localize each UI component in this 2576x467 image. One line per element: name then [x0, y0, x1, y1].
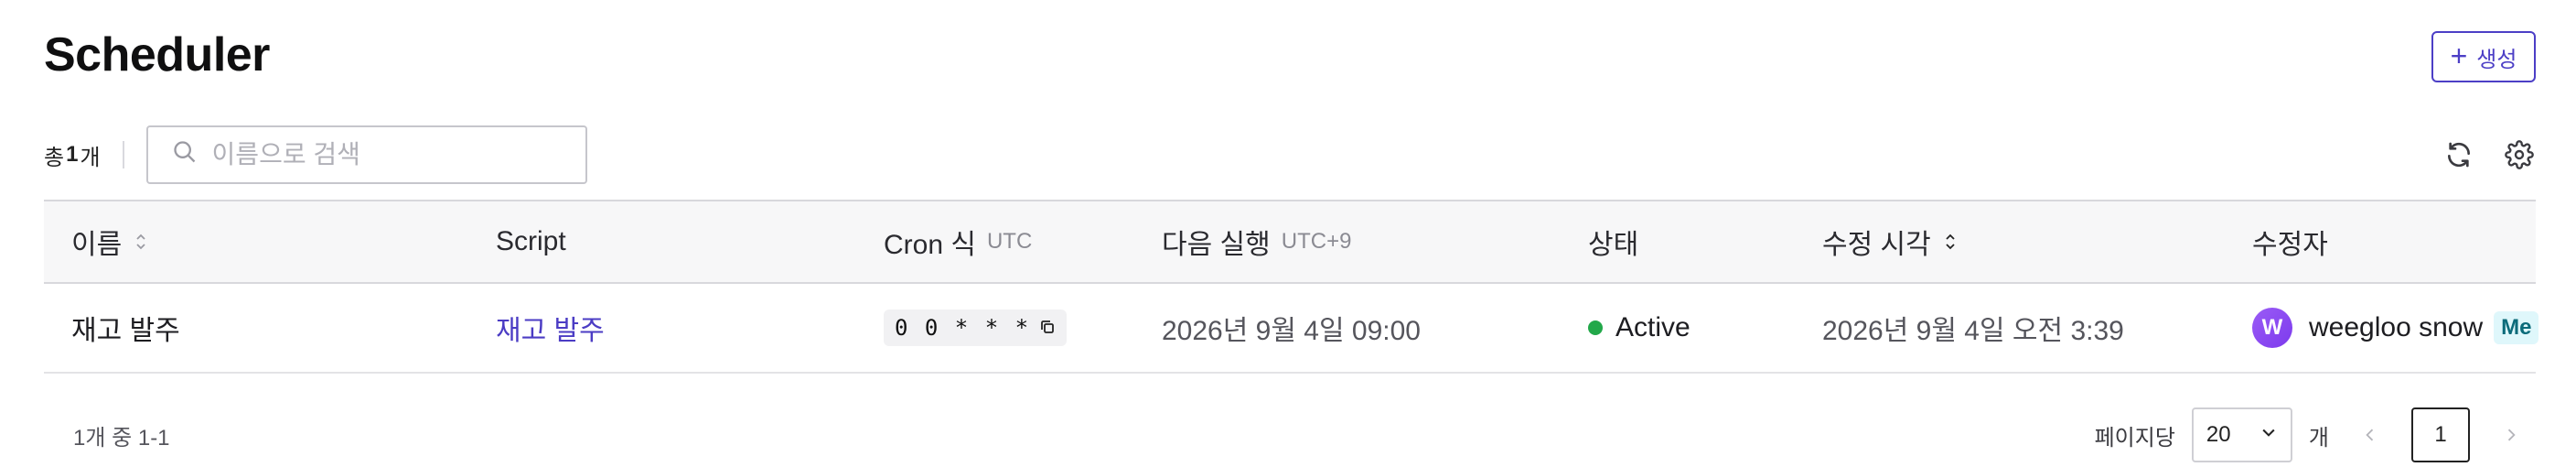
chevron-right-icon — [2507, 429, 2516, 441]
create-button-label: 생성 — [2476, 47, 2517, 72]
total-suffix: 개 — [80, 145, 101, 170]
cron-value: 0 0 * * * — [895, 315, 1031, 341]
page-number-button[interactable]: 1 — [2411, 407, 2470, 462]
page-size-select[interactable]: 20 — [2191, 407, 2292, 462]
scheduler-table: 이름 Script Cron 식 UTC 다음 실행 UTC+9 상태 수정 시… — [44, 200, 2539, 374]
row-modified-at: 2026년 9월 4일 오전 3:39 — [1822, 316, 2124, 346]
per-page-label: 페이지당 — [2094, 425, 2175, 451]
refresh-icon[interactable] — [2442, 138, 2475, 171]
cron-expression: 0 0 * * * — [884, 310, 1068, 346]
column-script-label: Script — [496, 226, 566, 256]
row-name: 재고 발주 — [71, 316, 180, 346]
plus-icon: + — [2450, 39, 2468, 72]
status-dot-icon — [1588, 320, 1603, 335]
column-modified-by-label: 수정자 — [2252, 230, 2328, 260]
search-box[interactable] — [145, 125, 587, 184]
total-count: 총 1 개 — [44, 139, 101, 171]
row-next-run: 2026년 9월 4일 09:00 — [1162, 316, 1421, 346]
chevron-left-icon — [2366, 429, 2374, 441]
settings-gear-icon[interactable] — [2503, 138, 2536, 171]
row-modified-by: W weegloo snow Me — [2252, 308, 2539, 348]
copy-icon[interactable] — [1039, 315, 1056, 341]
create-button[interactable]: + 생성 — [2431, 31, 2536, 82]
search-icon — [172, 139, 198, 171]
column-header-cron: Cron 식 UTC — [884, 222, 1032, 262]
chevron-down-icon — [2259, 422, 2278, 448]
sort-icon[interactable] — [134, 232, 147, 252]
modified-by-name: weegloo snow — [2309, 312, 2484, 342]
column-modified-at-label: 수정 시각 — [1822, 230, 1931, 260]
row-cron: 0 0 * * * — [884, 310, 1068, 346]
next-page-button[interactable] — [2486, 407, 2536, 462]
status-label: Active — [1615, 312, 1690, 342]
column-next-run-label: 다음 실행 — [1162, 230, 1271, 260]
row-status: Active — [1588, 312, 1690, 343]
column-status-label: 상태 — [1588, 230, 1639, 260]
next-run-unit: UTC+9 — [1281, 229, 1352, 254]
column-cron-label: Cron 식 — [884, 230, 976, 260]
search-input[interactable] — [209, 139, 562, 170]
column-header-status: 상태 — [1588, 222, 1638, 262]
total-number: 1 — [66, 142, 79, 167]
column-name-label: 이름 — [71, 230, 123, 260]
prev-page-button[interactable] — [2345, 407, 2395, 462]
avatar: W — [2252, 308, 2292, 348]
cron-unit: UTC — [986, 229, 1033, 254]
row-script-link[interactable]: 재고 발주 — [496, 308, 605, 348]
divider — [122, 141, 124, 168]
total-prefix: 총 — [44, 145, 65, 170]
per-page-unit: 개 — [2308, 425, 2329, 451]
pagination-footer: 1개 중 1-1 페이지당 20 개 1 — [44, 403, 2536, 467]
column-header-modified-by: 수정자 — [2252, 222, 2328, 262]
me-badge: Me — [2494, 311, 2539, 344]
column-header-name[interactable]: 이름 — [71, 222, 147, 262]
toolbar: 총 1 개 — [44, 125, 2536, 185]
column-header-script: Script — [496, 226, 566, 257]
column-header-modified-at[interactable]: 수정 시각 — [1822, 222, 1957, 262]
table-row[interactable]: 재고 발주 재고 발주 0 0 * * * 2026년 9월 4일 09:00 … — [44, 284, 2539, 374]
page-title: Scheduler — [44, 28, 270, 81]
pager: 페이지당 20 개 1 — [2095, 407, 2536, 462]
result-range: 1개 중 1-1 — [73, 425, 170, 451]
sort-desc-icon[interactable] — [1944, 232, 1957, 252]
column-header-next-run: 다음 실행 UTC+9 — [1162, 222, 1351, 262]
table-header: 이름 Script Cron 식 UTC 다음 실행 UTC+9 상태 수정 시… — [44, 200, 2536, 284]
page-size-value: 20 — [2206, 422, 2231, 447]
